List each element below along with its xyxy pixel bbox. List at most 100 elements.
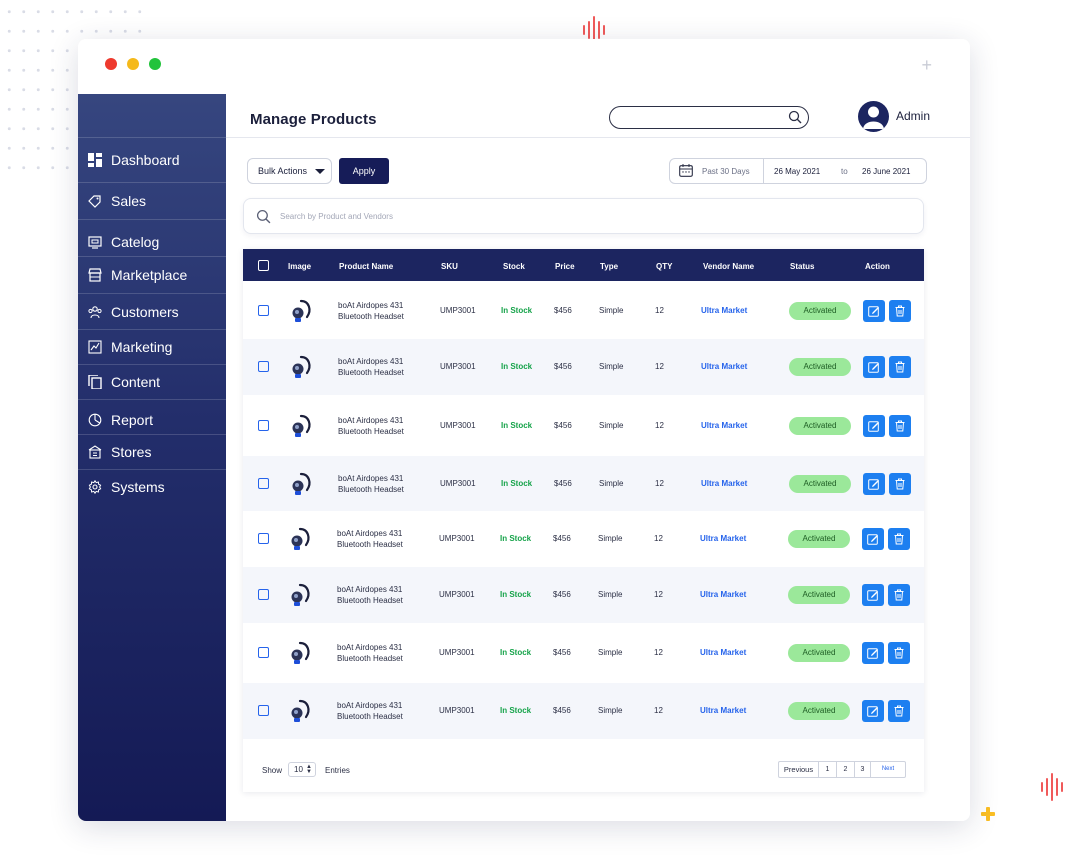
report-icon <box>88 413 102 427</box>
product-sku: UMP3001 <box>439 534 475 543</box>
entries-label: Entries <box>325 766 350 775</box>
product-type: Simple <box>599 479 624 488</box>
search-icon[interactable] <box>788 110 802 124</box>
product-name-line: boAt Airdopes 431 <box>337 529 403 538</box>
product-name-line: Bluetooth Headset <box>337 654 403 663</box>
column-header-vendor-name: Vendor Name <box>703 262 755 271</box>
sidebar-item-content[interactable]: Content <box>78 364 226 399</box>
date-range-picker[interactable]: Past 30 Days 26 May 2021 to 26 June 2021 <box>669 158 927 184</box>
stock-status: In Stock <box>500 648 532 657</box>
row-checkbox[interactable] <box>258 420 269 431</box>
product-price: $456 <box>554 421 572 430</box>
product-name[interactable]: boAt Airdopes 431 Bluetooth Headset <box>337 700 403 722</box>
catalog-icon <box>88 236 102 249</box>
row-checkbox[interactable] <box>258 533 269 544</box>
trash-icon <box>895 478 905 490</box>
product-name[interactable]: boAt Airdopes 431 Bluetooth Headset <box>337 528 403 550</box>
search-icon <box>256 209 271 224</box>
edit-button[interactable] <box>862 528 884 550</box>
vendor-link[interactable]: Ultra Market <box>701 306 747 315</box>
product-qty: 12 <box>655 479 664 488</box>
edit-button[interactable] <box>863 415 885 437</box>
pagination: Previous 1 2 3 Next <box>778 761 906 778</box>
product-name[interactable]: boAt Airdopes 431 Bluetooth Headset <box>338 300 404 322</box>
sidebar-item-marketing[interactable]: Marketing <box>78 329 226 364</box>
product-name[interactable]: boAt Airdopes 431 Bluetooth Headset <box>338 473 404 495</box>
edit-button[interactable] <box>863 300 885 322</box>
date-from-field[interactable]: 26 May 2021 <box>774 167 820 176</box>
row-checkbox[interactable] <box>258 589 269 600</box>
apply-button[interactable]: Apply <box>339 158 389 184</box>
delete-button[interactable] <box>889 415 911 437</box>
sidebar-item-catelog[interactable]: Catelog <box>78 219 226 256</box>
avatar[interactable] <box>858 101 889 132</box>
sidebar-item-dashboard[interactable]: Dashboard <box>78 137 226 182</box>
vendor-link[interactable]: Ultra Market <box>700 534 746 543</box>
row-checkbox[interactable] <box>258 647 269 658</box>
sidebar-item-report[interactable]: Report <box>78 399 226 434</box>
delete-button[interactable] <box>888 528 910 550</box>
new-tab-icon[interactable]: + <box>921 56 932 74</box>
product-search-input[interactable]: Search by Product and Vendors <box>243 198 924 234</box>
vendor-link[interactable]: Ultra Market <box>701 362 747 371</box>
vendor-link[interactable]: Ultra Market <box>700 648 746 657</box>
product-name[interactable]: boAt Airdopes 431 Bluetooth Headset <box>338 356 404 378</box>
vendor-link[interactable]: Ultra Market <box>700 706 746 715</box>
product-name-line: boAt Airdopes 431 <box>338 357 404 366</box>
product-name[interactable]: boAt Airdopes 431 Bluetooth Headset <box>338 415 404 437</box>
product-type: Simple <box>598 648 623 657</box>
product-name[interactable]: boAt Airdopes 431 Bluetooth Headset <box>337 642 403 664</box>
delete-button[interactable] <box>888 584 910 606</box>
product-price: $456 <box>553 648 571 657</box>
entries-per-page-select[interactable]: 10 ▲ ▼ <box>288 762 316 777</box>
close-window-button[interactable] <box>105 58 117 70</box>
row-checkbox[interactable] <box>258 705 269 716</box>
user-name[interactable]: Admin <box>896 109 930 123</box>
pagination-page-1[interactable]: 1 <box>819 762 837 777</box>
sidebar-item-marketplace[interactable]: Marketplace <box>78 256 226 293</box>
global-search-input[interactable] <box>609 106 809 129</box>
sidebar-item-label: Content <box>111 374 161 390</box>
date-to-field[interactable]: 26 June 2021 <box>862 167 911 176</box>
sidebar-item-customers[interactable]: Customers <box>78 293 226 329</box>
pagination-page-2[interactable]: 2 <box>837 762 855 777</box>
edit-button[interactable] <box>862 700 884 722</box>
pagination-page-3[interactable]: 3 <box>855 762 871 777</box>
window-titlebar: + <box>78 39 970 94</box>
calendar-icon <box>679 164 693 177</box>
trash-icon <box>894 705 904 717</box>
product-name-line: boAt Airdopes 431 <box>337 701 403 710</box>
product-sku: UMP3001 <box>440 362 476 371</box>
edit-button[interactable] <box>862 584 884 606</box>
product-earbud-image <box>291 583 310 606</box>
row-checkbox[interactable] <box>258 478 269 489</box>
minimize-window-button[interactable] <box>127 58 139 70</box>
product-qty: 12 <box>655 421 664 430</box>
pagination-previous-button[interactable]: Previous <box>779 762 819 777</box>
row-checkbox[interactable] <box>258 305 269 316</box>
edit-button[interactable] <box>863 356 885 378</box>
edit-button[interactable] <box>862 642 884 664</box>
select-all-checkbox[interactable] <box>258 260 269 271</box>
vendor-link[interactable]: Ultra Market <box>701 421 747 430</box>
vendor-link[interactable]: Ultra Market <box>701 479 747 488</box>
product-name[interactable]: boAt Airdopes 431 Bluetooth Headset <box>337 584 403 606</box>
delete-button[interactable] <box>889 300 911 322</box>
delete-button[interactable] <box>889 473 911 495</box>
status-badge: Activated <box>789 417 851 435</box>
date-preset-select[interactable]: Past 30 Days <box>670 159 764 183</box>
sidebar-item-sales[interactable]: Sales <box>78 182 226 219</box>
edit-button[interactable] <box>863 473 885 495</box>
sidebar-item-systems[interactable]: Systems <box>78 469 226 503</box>
maximize-window-button[interactable] <box>149 58 161 70</box>
delete-button[interactable] <box>888 642 910 664</box>
table-row: boAt Airdopes 431 Bluetooth Headset UMP300… <box>243 511 924 567</box>
bulk-actions-select[interactable]: Bulk Actions <box>247 158 332 184</box>
pagination-next-button[interactable]: Next <box>871 762 905 777</box>
delete-button[interactable] <box>889 356 911 378</box>
delete-button[interactable] <box>888 700 910 722</box>
row-checkbox[interactable] <box>258 361 269 372</box>
sidebar-item-stores[interactable]: Stores <box>78 434 226 469</box>
vendor-link[interactable]: Ultra Market <box>700 590 746 599</box>
product-type: Simple <box>599 362 624 371</box>
